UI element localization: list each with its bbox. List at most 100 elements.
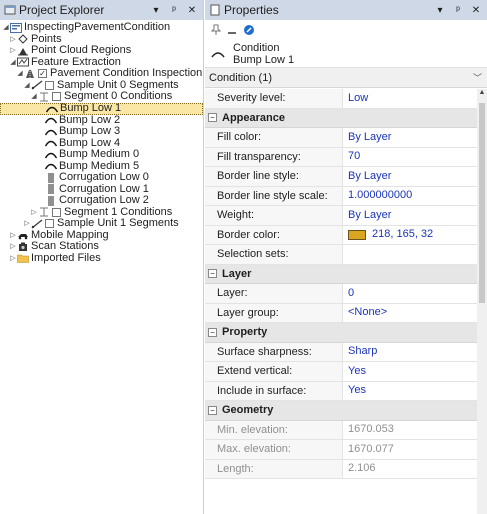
corrugation-icon [45, 196, 57, 206]
scroll-up-arrow-icon[interactable]: ▲ [478, 89, 486, 99]
collapse-arrow-icon[interactable]: ◢ [30, 91, 38, 103]
vertical-scrollbar[interactable]: ▲ [477, 89, 487, 514]
property-name: Surface sharpness: [205, 342, 343, 361]
condition-group-icon [38, 92, 50, 102]
project-tree: ◢ InspectingPavementCondition ▷ Points ▷ Poin… [0, 20, 203, 264]
property-value[interactable]: By Layer [343, 128, 477, 147]
collapse-category-icon[interactable]: − [208, 327, 217, 337]
quick-select-icon[interactable] [243, 24, 255, 36]
property-name: Layer: [205, 284, 343, 303]
window-position-icon[interactable]: ▾ [433, 5, 447, 16]
chevron-down-icon: ﹀ [473, 73, 483, 83]
collapse-category-icon[interactable]: − [208, 269, 217, 279]
expand-arrow-icon[interactable]: ▷ [30, 207, 38, 219]
pin-properties-icon[interactable] [211, 24, 221, 36]
collapse-arrow-icon[interactable]: ◢ [9, 57, 17, 69]
color-swatch[interactable] [348, 229, 366, 240]
property-value[interactable]: By Layer [343, 167, 477, 186]
tree-node-sample-unit-1-segments[interactable]: ▷ Sample Unit 1 Segments [0, 217, 203, 230]
collapse-arrow-icon[interactable]: ◢ [23, 80, 31, 92]
property-value[interactable]: 218, 165, 32 [343, 226, 477, 245]
tree-node-label: Bump Low 3 [59, 125, 121, 137]
property-value[interactable]: Yes [343, 362, 477, 381]
property-row-min-elevation: Min. elevation: 1670.053 [205, 420, 477, 440]
property-value-text: By Layer [348, 130, 392, 143]
property-row-surface-sharpness: Surface sharpness: Sharp [205, 342, 477, 362]
feature-extraction-icon [17, 57, 29, 67]
bump-icon [211, 51, 225, 57]
tree-node-label: Bump Medium 0 [59, 148, 140, 160]
close-icon[interactable]: ✕ [185, 5, 199, 16]
tree-node-corrugation-low-0[interactable]: Corrugation Low 0 [0, 171, 203, 184]
tree-node-corrugation-low-2[interactable]: Corrugation Low 2 [0, 194, 203, 207]
tree-node-label: Corrugation Low 2 [59, 194, 149, 206]
property-value[interactable]: <None> [343, 304, 477, 323]
expand-arrow-icon[interactable]: ▷ [9, 230, 17, 242]
tree-node-bump-low-3[interactable]: Bump Low 3 [0, 125, 203, 138]
tree-node-segment-0-conditions[interactable]: ◢ Segment 0 Conditions [0, 90, 203, 103]
property-value[interactable]: Yes [343, 382, 477, 401]
pin-icon[interactable]: ᵖ [167, 5, 181, 16]
category-label: Geometry [222, 404, 274, 417]
selection-filter-label: Condition (1) [209, 71, 272, 84]
property-value[interactable]: By Layer [343, 206, 477, 225]
collapse-category-icon[interactable]: − [208, 405, 217, 415]
property-value-text: Low [348, 91, 369, 104]
tree-node-scan-stations[interactable]: ▷ Scan Stations [0, 240, 203, 253]
pin-icon[interactable]: ᵖ [451, 5, 465, 16]
category-geometry[interactable]: − Geometry [205, 401, 477, 421]
property-value[interactable]: Low [343, 89, 477, 108]
category-property[interactable]: − Property [205, 323, 477, 343]
window-position-icon[interactable]: ▾ [149, 5, 163, 16]
property-value[interactable]: 70 [343, 148, 477, 167]
property-value-text: Yes [348, 384, 366, 397]
scrollbar-thumb[interactable] [479, 103, 485, 303]
property-value[interactable]: 0 [343, 284, 477, 303]
tree-node-inspectingpavementcondition[interactable]: ◢ InspectingPavementCondition [0, 21, 203, 34]
category-label: Layer [222, 267, 252, 280]
expand-arrow-icon[interactable]: ▷ [9, 253, 17, 265]
selection-filter-dropdown[interactable]: Condition (1) ﹀ [205, 68, 487, 88]
tree-node-point-cloud-regions[interactable]: ▷ Point Cloud Regions [0, 44, 203, 57]
expand-arrow-icon[interactable]: ▷ [9, 45, 17, 57]
property-value[interactable] [343, 245, 477, 264]
category-appearance[interactable]: − Appearance [205, 108, 477, 128]
visibility-checkbox[interactable] [45, 80, 54, 90]
minimize-icon[interactable] [227, 24, 237, 36]
property-row-border-color: Border color: 218, 165, 32 [205, 225, 477, 245]
expand-arrow-icon[interactable]: ▷ [9, 241, 17, 253]
visibility-checkbox[interactable] [45, 219, 54, 229]
property-row-selection-sets: Selection sets: [205, 245, 477, 265]
property-name: Include in surface: [205, 381, 343, 400]
category-layer[interactable]: − Layer [205, 264, 477, 284]
visibility-checkbox[interactable] [52, 207, 61, 217]
tree-node-bump-medium-0[interactable]: Bump Medium 0 [0, 148, 203, 161]
selected-object-summary: Condition Bump Low 1 [205, 40, 487, 68]
property-value[interactable]: 1.000000000 [343, 187, 477, 206]
property-grid: Severity level: Low − Appearance Fill color:… [205, 89, 477, 479]
corrugation-icon [45, 184, 57, 194]
collapse-arrow-icon[interactable]: ◢ [2, 22, 10, 34]
tree-node-bump-low-1[interactable]: Bump Low 1 [0, 102, 203, 115]
point-cloud-regions-icon [17, 46, 29, 56]
property-row-layer-group: Layer group: <None> [205, 303, 477, 323]
properties-header: Properties ▾ ᵖ ✕ [205, 0, 487, 20]
condition-group-icon [38, 207, 50, 217]
close-icon[interactable]: ✕ [469, 5, 483, 16]
property-value[interactable]: Sharp [343, 343, 477, 362]
property-value-text: 1670.053 [348, 423, 394, 436]
project-explorer-icon [4, 5, 16, 15]
visibility-checkbox[interactable]: ✓ [38, 69, 47, 79]
category-label: Property [222, 326, 268, 339]
visibility-checkbox[interactable] [52, 92, 61, 102]
collapse-category-icon[interactable]: − [208, 113, 217, 123]
segment-icon [31, 80, 43, 90]
expand-arrow-icon[interactable]: ▷ [23, 218, 31, 230]
tree-node-pavement-condition-inspection[interactable]: ◢ ✓ Pavement Condition Inspection [0, 67, 203, 80]
expand-arrow-icon[interactable]: ▷ [9, 34, 17, 46]
mobile-mapping-icon [17, 230, 29, 240]
tree-node-imported-files[interactable]: ▷ Imported Files [0, 252, 203, 265]
collapse-arrow-icon[interactable]: ◢ [16, 68, 24, 80]
tree-node-label: InspectingPavementCondition [24, 21, 171, 33]
property-value-text: By Layer [348, 208, 392, 221]
